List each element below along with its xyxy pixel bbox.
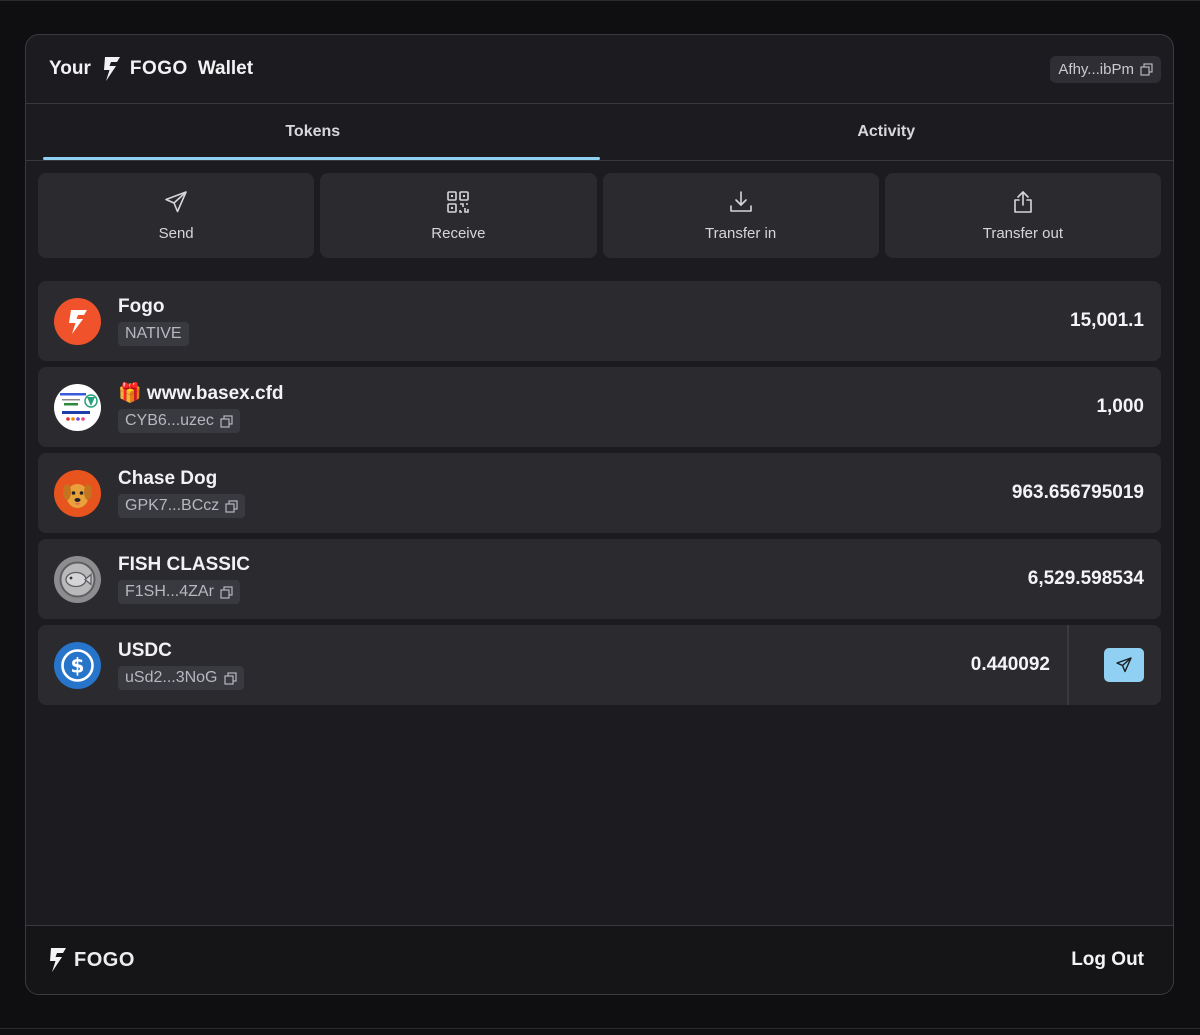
wallet-tabs: Tokens Activity	[26, 104, 1173, 161]
upload-icon	[1014, 191, 1032, 213]
wallet-header: Your FOGO Wallet Afhy...ibPm	[26, 35, 1173, 104]
download-icon	[729, 191, 752, 212]
svg-text:$: $	[71, 653, 85, 677]
transfer-in-label: Transfer in	[705, 225, 777, 242]
token-name: 🎁 www.basex.cfd	[118, 383, 284, 404]
copy-icon	[220, 585, 233, 599]
token-info: 🎁 www.basex.cfd CYB6...uzec	[118, 381, 284, 433]
token-row-basex[interactable]: 🎁 www.basex.cfd CYB6...uzec 1,000	[38, 367, 1161, 447]
token-mint-copy[interactable]: uSd2...3NoG	[118, 666, 244, 690]
token-mint-address: GPK7...BCcz	[125, 497, 220, 514]
wallet-title: Your FOGO Wallet	[49, 55, 253, 83]
transfer-out-button[interactable]: Transfer out	[884, 173, 1161, 258]
token-mint-copy[interactable]: GPK7...BCcz	[118, 494, 246, 518]
token-list: Fogo NATIVE 15,001.1 🎁 www.basex.cfd CYB…	[26, 258, 1173, 705]
send-token-button[interactable]	[1104, 648, 1144, 682]
footer-brand-text: FOGO	[74, 948, 135, 971]
token-name: USDC	[118, 640, 172, 661]
dog-logo-icon	[54, 469, 101, 517]
copy-icon	[223, 671, 237, 685]
receive-button[interactable]: Receive	[320, 173, 597, 258]
window-top-border	[0, 0, 1200, 1]
token-amount: 1,000	[1096, 396, 1144, 417]
token-amount: 15,001.1	[1070, 310, 1144, 331]
transfer-in-button[interactable]: Transfer in	[602, 173, 879, 258]
tab-activity[interactable]: Activity	[600, 104, 1174, 160]
basex-voucher-logo-icon	[54, 383, 101, 431]
token-amount: 963.656795019	[1011, 482, 1144, 503]
fogo-bolt-icon	[103, 57, 120, 81]
copy-icon	[220, 414, 233, 428]
action-buttons: Send Receive Transfer in Transfer out	[26, 161, 1173, 258]
wallet-address-copy[interactable]: Afhy...ibPm	[1050, 55, 1161, 83]
token-native-badge: NATIVE	[118, 322, 189, 346]
token-info: FISH CLASSIC F1SH...4ZAr	[118, 554, 250, 604]
usdc-logo-icon: $	[54, 641, 101, 689]
token-mint-copy[interactable]: F1SH...4ZAr	[118, 580, 240, 604]
token-mint-address: F1SH...4ZAr	[125, 583, 214, 600]
token-name: Fogo	[118, 296, 165, 317]
title-brand: FOGO	[129, 58, 188, 79]
wallet-address: Afhy...ibPm	[1058, 60, 1134, 78]
token-info: Fogo NATIVE	[118, 296, 189, 346]
token-mint-address: CYB6...uzec	[125, 412, 214, 429]
token-row-fish-classic[interactable]: FISH CLASSIC F1SH...4ZAr 6,529.598534	[38, 539, 1161, 619]
token-amount: 0.440092	[970, 654, 1050, 675]
fogo-bolt-icon	[50, 947, 66, 972]
qr-code-icon	[447, 191, 470, 213]
token-name: FISH CLASSIC	[118, 554, 250, 575]
send-button[interactable]: Send	[38, 173, 315, 258]
log-out-button[interactable]: Log Out	[1071, 949, 1144, 971]
token-row-chase-dog[interactable]: Chase Dog GPK7...BCcz 963.656795019	[38, 453, 1161, 533]
transfer-out-label: Transfer out	[982, 225, 1064, 242]
send-icon	[165, 191, 187, 213]
send-label: Send	[158, 225, 194, 242]
copy-icon	[225, 499, 238, 513]
token-info: USDC uSd2...3NoG	[118, 640, 244, 690]
token-row-fogo[interactable]: Fogo NATIVE 15,001.1	[38, 281, 1161, 361]
copy-icon	[1140, 62, 1153, 76]
fogo-logo-icon	[54, 297, 101, 345]
wallet-panel: Your FOGO Wallet Afhy...ibPm Tokens Acti…	[25, 34, 1174, 995]
token-row-usdc[interactable]: $ USDC uSd2...3NoG 0.440092	[38, 625, 1161, 705]
token-name: Chase Dog	[118, 468, 218, 489]
send-slot	[1069, 648, 1144, 682]
title-prefix: Your	[49, 58, 91, 79]
tab-tokens[interactable]: Tokens	[26, 104, 600, 160]
title-suffix: Wallet	[197, 58, 254, 79]
token-amount: 6,529.598534	[1027, 568, 1144, 589]
wallet-footer: FOGO Log Out	[26, 925, 1173, 994]
window-bottom-border	[0, 1028, 1200, 1029]
fish-logo-icon	[54, 555, 101, 603]
token-mint-address: uSd2...3NoG	[125, 669, 218, 686]
footer-logo: FOGO	[48, 947, 135, 974]
send-icon	[1116, 657, 1132, 673]
token-info: Chase Dog GPK7...BCcz	[118, 468, 246, 518]
token-mint-copy[interactable]: CYB6...uzec	[118, 409, 240, 433]
token-sub-label: NATIVE	[125, 325, 182, 342]
receive-label: Receive	[431, 225, 486, 242]
